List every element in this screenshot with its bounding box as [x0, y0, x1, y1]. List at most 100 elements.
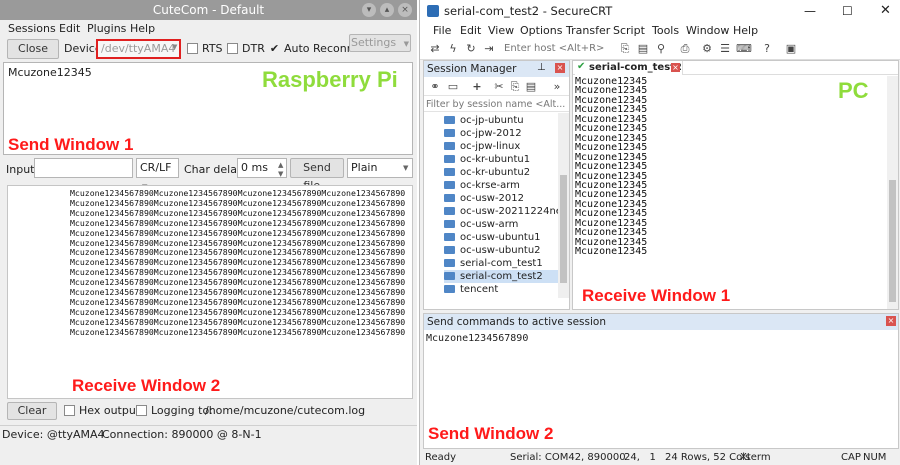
link-icon[interactable]: ⚭	[428, 80, 442, 94]
spin-down-icon[interactable]: ▼	[278, 165, 283, 183]
menu-edit[interactable]: Edit	[59, 20, 80, 38]
add-icon[interactable]: +	[470, 80, 484, 94]
hex-output-checkbox[interactable]	[64, 405, 75, 416]
keymap-icon[interactable]: ⌨	[736, 42, 752, 56]
menu-view[interactable]: View	[488, 22, 514, 40]
logging-path[interactable]: /home/mcuzone/cutecom.log	[205, 404, 365, 417]
close-button[interactable]: Close	[7, 39, 59, 59]
session-item-selected[interactable]: serial-com_test2	[444, 270, 569, 283]
terminal-scroll-thumb[interactable]	[889, 180, 896, 302]
folder-icon	[444, 259, 455, 267]
line-end-value: CR/LF	[140, 161, 172, 174]
copy-icon[interactable]: ⎘	[508, 80, 522, 94]
folder-icon	[444, 116, 455, 124]
folder-icon	[444, 181, 455, 189]
find-icon[interactable]: ⚲	[654, 42, 668, 56]
disconnect-icon[interactable]: ⇥	[482, 42, 496, 56]
send-commands-input[interactable]: Mcuzone1234567890	[426, 333, 528, 344]
session-item[interactable]: oc-usw-ubuntu2	[444, 244, 569, 257]
more-icon[interactable]: »	[550, 80, 564, 94]
session-toolbar: ⚭ ▭ + ✂ ⎘ ▤ »	[424, 78, 569, 96]
session-item[interactable]: oc-usw-2012	[444, 192, 569, 205]
session-item[interactable]: oc-jpw-2012	[444, 127, 569, 140]
terminal-output[interactable]: Mcuzone12345 Mcuzone12345 Mcuzone12345 Mcuz…	[575, 76, 647, 257]
session-item[interactable]: oc-usw-20211224ne	[444, 205, 569, 218]
help-icon[interactable]: ?	[760, 42, 774, 56]
line-end-select[interactable]: CR/LF ▼	[136, 158, 179, 191]
cutecom-window: CuteCom - Default ▾ ▴ × Sessions Edit Pl…	[0, 0, 417, 465]
session-item[interactable]: tencent	[444, 283, 569, 296]
history-item[interactable]: Mcuzone12345	[8, 66, 92, 79]
folder-icon	[444, 233, 455, 241]
menu-sessions[interactable]: Sessions	[8, 20, 56, 38]
tab-serial-com-test2[interactable]: ✔ serial-com_test2 ×	[575, 61, 683, 75]
rts-checkbox[interactable]	[187, 43, 198, 54]
cutecom-title-bar[interactable]: CuteCom - Default ▾ ▴ ×	[0, 0, 417, 20]
input-field[interactable]	[34, 158, 133, 178]
menu-window[interactable]: Window	[686, 22, 729, 40]
session-item[interactable]: serial-com_test1	[444, 257, 569, 270]
menu-help[interactable]: Help	[733, 22, 758, 40]
session-item[interactable]: oc-jpw-linux	[444, 140, 569, 153]
device-combo[interactable]: /dev/ttyAMA4 ▼	[96, 39, 181, 59]
maximize-icon[interactable]: ☐	[842, 0, 853, 22]
enter-host-field[interactable]: Enter host <Alt+R>	[504, 43, 604, 54]
session-manager-header: Session Manager ⊥ ×	[424, 61, 569, 77]
paste-icon[interactable]: ▤	[636, 42, 650, 56]
session-item[interactable]: oc-krse-arm	[444, 179, 569, 192]
session-item[interactable]: oc-kr-ubuntu1	[444, 153, 569, 166]
terminal-scrollbar[interactable]	[887, 76, 898, 309]
copy-icon[interactable]: ⎘	[618, 42, 632, 56]
close-tab-icon[interactable]: ×	[671, 63, 680, 72]
logging-label: Logging to:	[151, 404, 213, 417]
format-value: Plain	[351, 161, 378, 174]
dtr-checkbox[interactable]	[227, 43, 238, 54]
menu-help[interactable]: Help	[130, 20, 155, 38]
settings-icon[interactable]: ⚙	[700, 42, 714, 56]
session-scroll-thumb[interactable]	[560, 175, 567, 283]
receive-output[interactable]: Mcuzone1234567890Mcuzone1234567890Mcuzon…	[7, 185, 413, 399]
menu-script[interactable]: Script	[613, 22, 645, 40]
menu-file[interactable]: File	[433, 22, 451, 40]
settings-label: Settings	[350, 36, 397, 49]
session-icon[interactable]: ▭	[446, 80, 460, 94]
quick-connect-icon[interactable]: ϟ	[446, 42, 460, 56]
minimize-icon[interactable]: ▾	[362, 3, 376, 17]
close-window-icon[interactable]: ×	[398, 3, 412, 17]
session-item[interactable]: oc-kr-ubuntu2	[444, 166, 569, 179]
paste-icon[interactable]: ▤	[524, 80, 538, 94]
pin-icon[interactable]: ⊥	[537, 62, 546, 73]
menu-plugins[interactable]: Plugins	[87, 20, 126, 38]
close-panel-icon[interactable]: ×	[555, 63, 565, 73]
auto-reconnect-checkbox[interactable]: ✔	[269, 43, 280, 54]
session-item[interactable]: oc-jp-ubuntu	[444, 114, 569, 127]
folder-icon	[444, 142, 455, 150]
folder-icon	[444, 246, 455, 254]
close-panel-icon[interactable]: ×	[886, 316, 896, 326]
chevron-down-icon: ▼	[403, 40, 409, 48]
menu-options[interactable]: Options	[520, 22, 562, 40]
connect-icon[interactable]: ⇄	[428, 42, 442, 56]
minimize-icon[interactable]: —	[804, 0, 816, 22]
cut-icon[interactable]: ✂	[492, 80, 506, 94]
session-item[interactable]: oc-usw-ubuntu1	[444, 231, 569, 244]
menu-tools[interactable]: Tools	[652, 22, 679, 40]
image-icon[interactable]: ▣	[784, 42, 798, 56]
global-options-icon[interactable]: ☰	[718, 42, 732, 56]
reconnect-icon[interactable]: ↻	[464, 42, 478, 56]
format-select[interactable]: Plain ▼	[347, 158, 413, 178]
char-delay-spinbox[interactable]: 0 ms ▲ ▼	[237, 158, 287, 178]
close-window-icon[interactable]: ✕	[880, 0, 891, 22]
menu-transfer[interactable]: Transfer	[566, 22, 610, 40]
menu-edit[interactable]: Edit	[460, 22, 481, 40]
session-item[interactable]: oc-usw-arm	[444, 218, 569, 231]
send-file-button[interactable]: Send file...	[290, 158, 344, 192]
settings-button[interactable]: Settings ▼	[349, 34, 411, 52]
securecrt-title-bar[interactable]: serial-com_test2 - SecureCRT — ☐ ✕	[420, 0, 900, 22]
session-filter[interactable]: Filter by session name <Alt...	[424, 98, 569, 112]
logging-checkbox[interactable]	[136, 405, 147, 416]
clear-button[interactable]: Clear	[7, 402, 57, 420]
session-scrollbar[interactable]	[558, 113, 569, 298]
print-icon[interactable]: ⎙	[678, 42, 692, 56]
maximize-icon[interactable]: ▴	[380, 3, 394, 17]
